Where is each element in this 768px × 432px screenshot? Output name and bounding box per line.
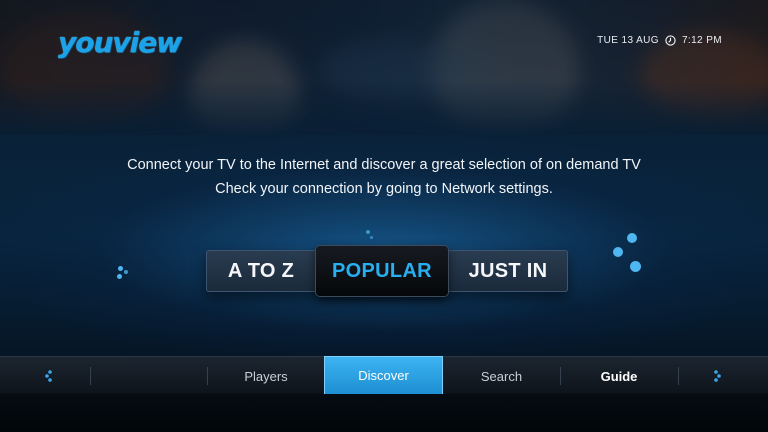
- tab-popular[interactable]: POPULAR: [316, 246, 448, 296]
- tab-a-to-z[interactable]: A TO Z: [206, 250, 316, 292]
- category-tabs: A TO Z JUST IN POPULAR: [206, 246, 568, 296]
- nav-players[interactable]: Players: [207, 357, 325, 395]
- network-settings-hint: Check your connection by going to Networ…: [215, 181, 553, 197]
- dots-left-icon[interactable]: [44, 369, 54, 383]
- nav-divider: [90, 367, 91, 385]
- hero-backdrop: [0, 0, 768, 135]
- tab-just-in[interactable]: JUST IN: [448, 250, 568, 292]
- main-navbar: Players Discover Search Guide: [0, 356, 768, 395]
- dots-right-icon[interactable]: [712, 369, 722, 383]
- nav-discover[interactable]: Discover: [324, 356, 443, 395]
- date-text: TUE 13 AUG: [597, 35, 659, 46]
- bottom-band: [0, 394, 768, 432]
- nav-divider: [678, 367, 679, 385]
- connection-message: Connect your TV to the Internet and disc…: [127, 157, 641, 173]
- nav-search[interactable]: Search: [443, 357, 560, 395]
- youview-logo: youview: [58, 26, 182, 59]
- clock-icon: [665, 35, 676, 46]
- time-text: 7:12 PM: [681, 35, 722, 46]
- date-time: TUE 13 AUG 7:12 PM: [597, 35, 722, 46]
- nav-guide[interactable]: Guide: [560, 357, 678, 395]
- youview-screen: youview TUE 13 AUG 7:12 PM Connect your …: [0, 0, 768, 432]
